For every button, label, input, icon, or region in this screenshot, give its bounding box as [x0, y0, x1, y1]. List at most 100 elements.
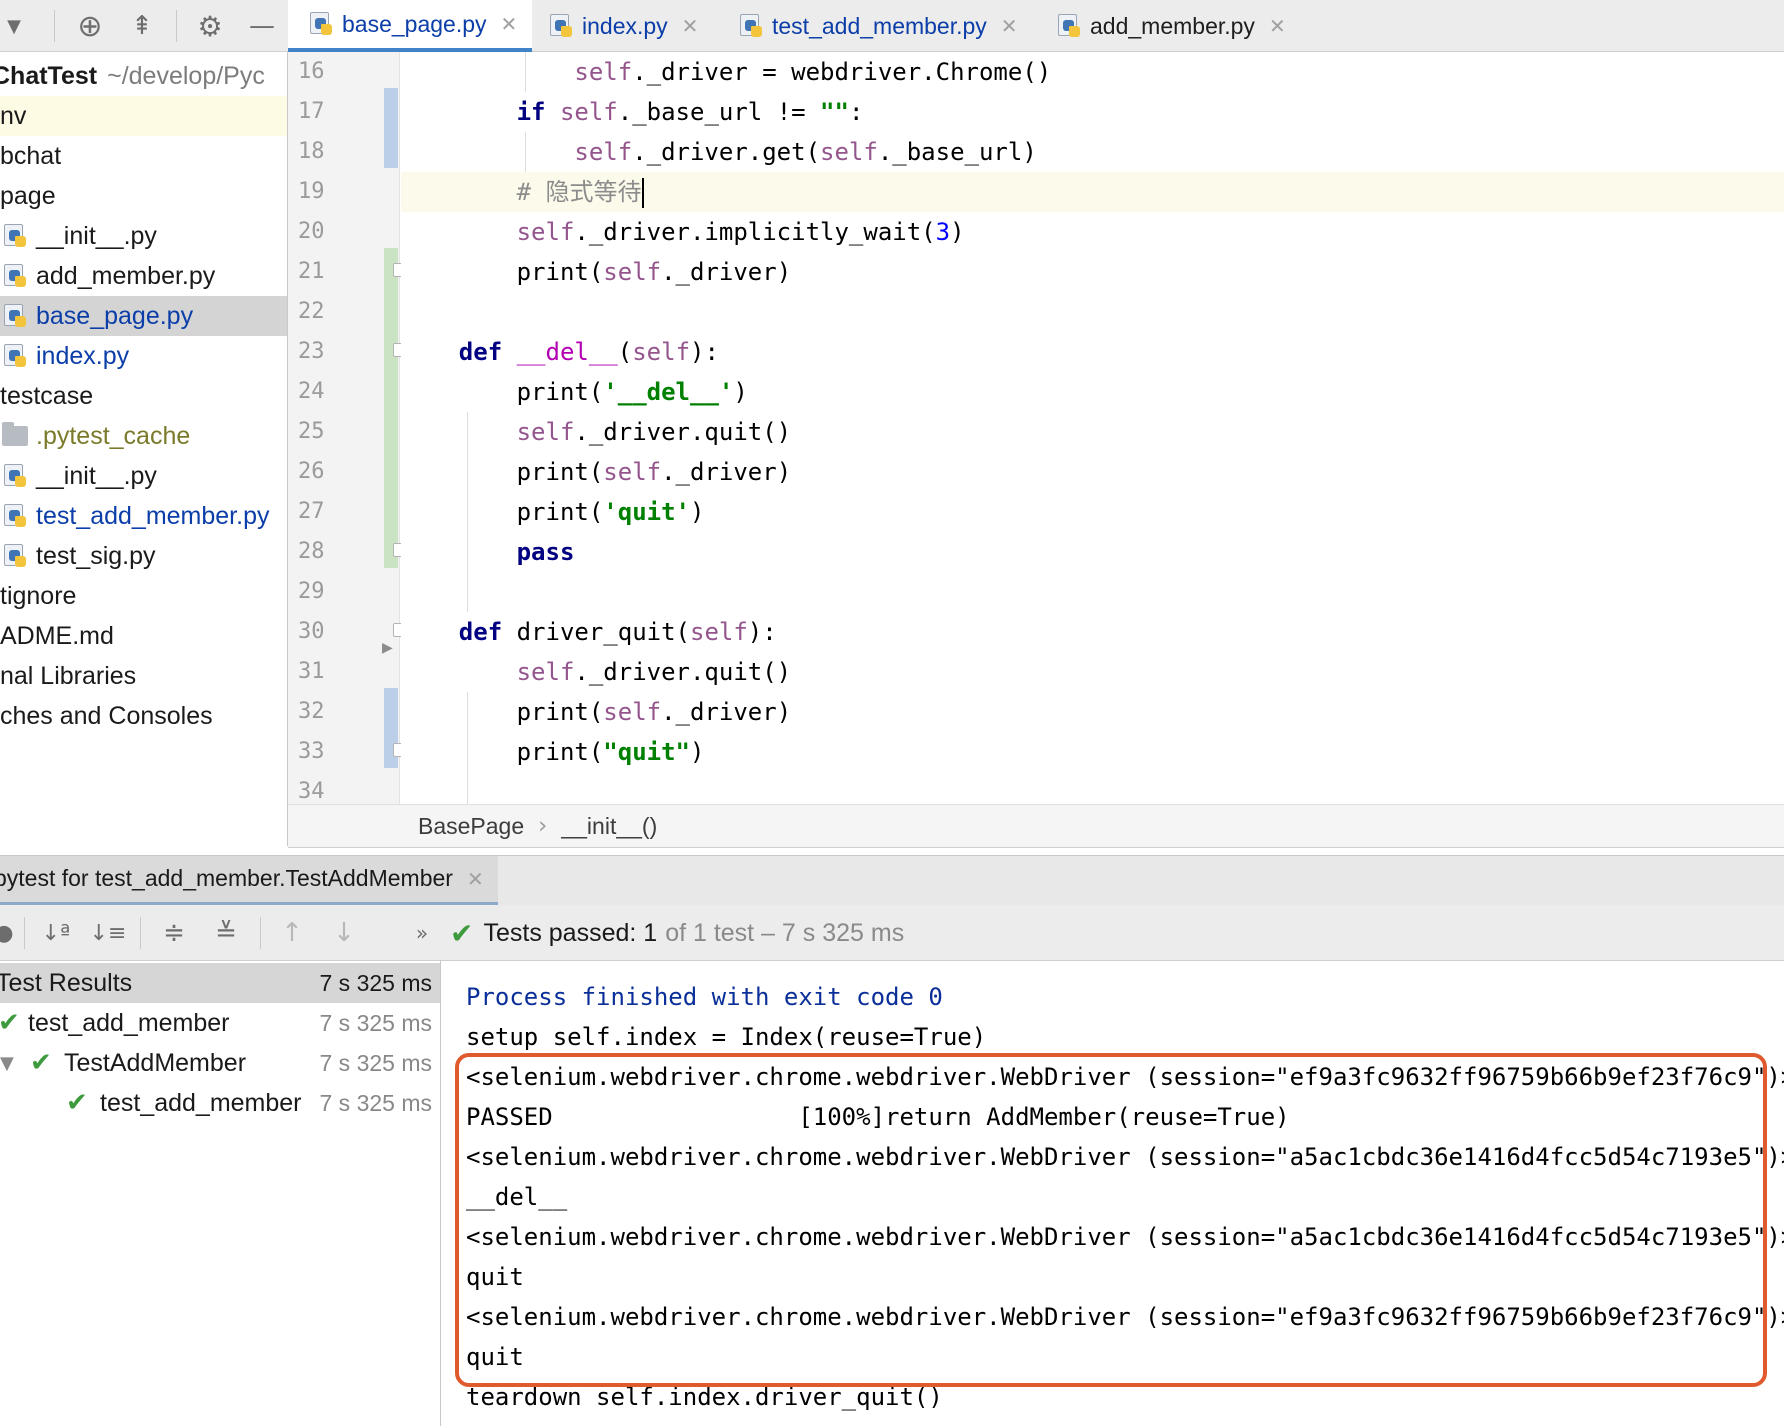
sort-alpha-icon[interactable]: ↓ª — [38, 915, 74, 951]
more-icon[interactable]: » — [404, 915, 440, 951]
test-name: TestAddMember — [64, 1048, 247, 1077]
gear-icon[interactable]: ⚙ — [192, 8, 228, 44]
console-line: Process finished with exit code 0 — [466, 983, 943, 1011]
tree-item-label: tignore — [0, 581, 77, 610]
run-tab[interactable]: pytest for test_add_member.TestAddMember… — [0, 855, 498, 906]
line-number: 21 — [298, 259, 325, 284]
sort-duration-icon[interactable]: ↓≡ — [90, 915, 127, 951]
line-number: 25 — [298, 419, 325, 444]
code-line-24: print('__del__') — [516, 378, 748, 406]
tree-item-index[interactable]: index.py — [0, 336, 287, 376]
line-number: 27 — [298, 499, 325, 524]
tab-label: test_add_member.py — [772, 12, 987, 39]
close-icon[interactable]: ✕ — [682, 14, 699, 38]
tab-index[interactable]: index.py ✕ — [550, 0, 740, 52]
tree-item-test-add-member[interactable]: test_add_member.py — [0, 496, 287, 536]
tree-item-test-sig[interactable]: test_sig.py — [0, 536, 287, 576]
run-tool-window-header: pytest for test_add_member.TestAddMember… — [0, 855, 1784, 906]
tree-item-label: test_add_member.py — [36, 501, 270, 530]
tree-item-add-member[interactable]: add_member.py — [0, 256, 287, 296]
python-file-icon — [550, 14, 574, 38]
next-failed-icon[interactable]: ↓ — [326, 915, 362, 951]
breadcrumb-method[interactable]: __init__() — [561, 813, 657, 840]
tree-item-scratches[interactable]: ches and Consoles — [0, 696, 287, 736]
chevron-down-icon[interactable]: ▼ — [0, 1053, 14, 1074]
close-icon[interactable]: ✕ — [467, 867, 484, 891]
console-line: <selenium.webdriver.chrome.webdriver.Web… — [466, 1303, 1784, 1331]
tab-label: add_member.py — [1090, 12, 1255, 39]
python-file-icon — [4, 304, 28, 328]
prev-failed-icon[interactable]: ↑ — [274, 915, 310, 951]
tab-base-page[interactable]: base_page.py ✕ — [288, 0, 532, 52]
tree-item-testcase[interactable]: testcase — [0, 376, 287, 416]
tab-test-add-member[interactable]: test_add_member.py ✕ — [740, 0, 1026, 52]
tree-item-gitignore[interactable]: tignore — [0, 576, 287, 616]
line-number: 29 — [298, 579, 325, 604]
tree-item-readme[interactable]: ADME.md — [0, 616, 287, 656]
minimize-icon[interactable]: — — [244, 8, 280, 44]
breadcrumb: BasePage › __init__() — [288, 804, 1784, 848]
check-icon: ✔ — [30, 1048, 52, 1078]
tree-item-external-libraries[interactable]: nal Libraries — [0, 656, 287, 696]
test-node-module[interactable]: ✔ test_add_member 7 s 325 ms — [0, 1003, 440, 1043]
vcs-added-marker[interactable] — [384, 248, 398, 568]
code-line-19: # 隐式等待 — [401, 172, 1784, 212]
test-node-method[interactable]: ✔ test_add_member 7 s 325 ms — [0, 1083, 440, 1123]
console-line: quit — [466, 1343, 524, 1371]
close-icon[interactable]: ✕ — [1269, 14, 1286, 38]
python-file-icon — [4, 264, 28, 288]
code-line-26: print(self._driver) — [516, 458, 792, 486]
breadcrumb-class[interactable]: BasePage — [418, 813, 524, 840]
tree-item-base-page[interactable]: base_page.py — [0, 296, 287, 336]
line-number: 28 — [298, 539, 325, 564]
vcs-modified-marker[interactable] — [384, 88, 398, 168]
folder-icon — [2, 422, 28, 446]
tree-item-wechat[interactable]: bchat — [0, 136, 287, 176]
code-line-18: self._driver.get(self._base_url) — [574, 138, 1037, 166]
code-editor[interactable]: self._driver = webdriver.Chrome() if sel… — [401, 52, 1784, 804]
stop-icon[interactable]: ● — [0, 915, 22, 951]
collapse-all-icon[interactable]: ≚ — [208, 915, 244, 951]
chevron-down-icon[interactable]: ▼ — [0, 8, 28, 44]
tree-item-label: testcase — [0, 381, 94, 410]
test-duration: 7 s 325 ms — [319, 1089, 433, 1116]
test-results-root[interactable]: Test Results 7 s 325 ms — [0, 963, 440, 1003]
toolbar-separator — [54, 10, 55, 42]
line-number: 33 — [298, 739, 325, 764]
code-line-23: def __del__(self): — [458, 338, 719, 366]
tree-item-label: index.py — [36, 341, 130, 370]
test-node-class[interactable]: ▼ ✔ TestAddMember 7 s 325 ms — [0, 1043, 440, 1083]
test-name: Test Results — [0, 968, 133, 997]
close-icon[interactable]: ✕ — [501, 12, 518, 36]
collapse-all-icon[interactable]: ⇞ — [124, 8, 160, 44]
line-number: 18 — [298, 139, 325, 164]
python-file-icon — [4, 464, 28, 488]
code-line-30: def driver_quit(self): — [458, 618, 777, 646]
close-icon[interactable]: ✕ — [1001, 14, 1018, 38]
project-tree: ChatTest ~/develop/Pyc nv bchat page __i… — [0, 52, 288, 846]
line-number: 26 — [298, 459, 325, 484]
locate-icon[interactable]: ⊕ — [72, 8, 108, 44]
tree-item-pytest-cache[interactable]: .pytest_cache — [0, 416, 287, 456]
console-output[interactable]: Process finished with exit code 0 setup … — [442, 961, 1784, 1426]
code-line-31: self._driver.quit() — [516, 658, 792, 686]
tree-item-page[interactable]: page — [0, 176, 287, 216]
tree-item-label: page — [0, 181, 56, 210]
tree-item-page-init[interactable]: __init__.py — [0, 216, 287, 256]
tree-item-label: nal Libraries — [0, 661, 137, 690]
tree-item-label: ches and Consoles — [0, 701, 213, 730]
breakpoint-arrow-icon: ▶ — [382, 640, 393, 656]
tree-item-venv[interactable]: nv — [0, 96, 287, 136]
tree-item-testcase-init[interactable]: __init__.py — [0, 456, 287, 496]
expand-all-icon[interactable]: ≑ — [156, 915, 192, 951]
tab-add-member[interactable]: add_member.py ✕ — [1058, 0, 1308, 52]
line-number: 30 — [298, 619, 325, 644]
console-line: teardown self.index.driver_quit() — [466, 1383, 943, 1411]
line-number: 31 — [298, 659, 325, 684]
code-line-16: self._driver = webdriver.Chrome() — [574, 58, 1052, 86]
python-file-icon — [4, 504, 28, 528]
tree-item-label: __init__.py — [36, 461, 157, 490]
tree-root[interactable]: ChatTest ~/develop/Pyc — [0, 56, 287, 96]
